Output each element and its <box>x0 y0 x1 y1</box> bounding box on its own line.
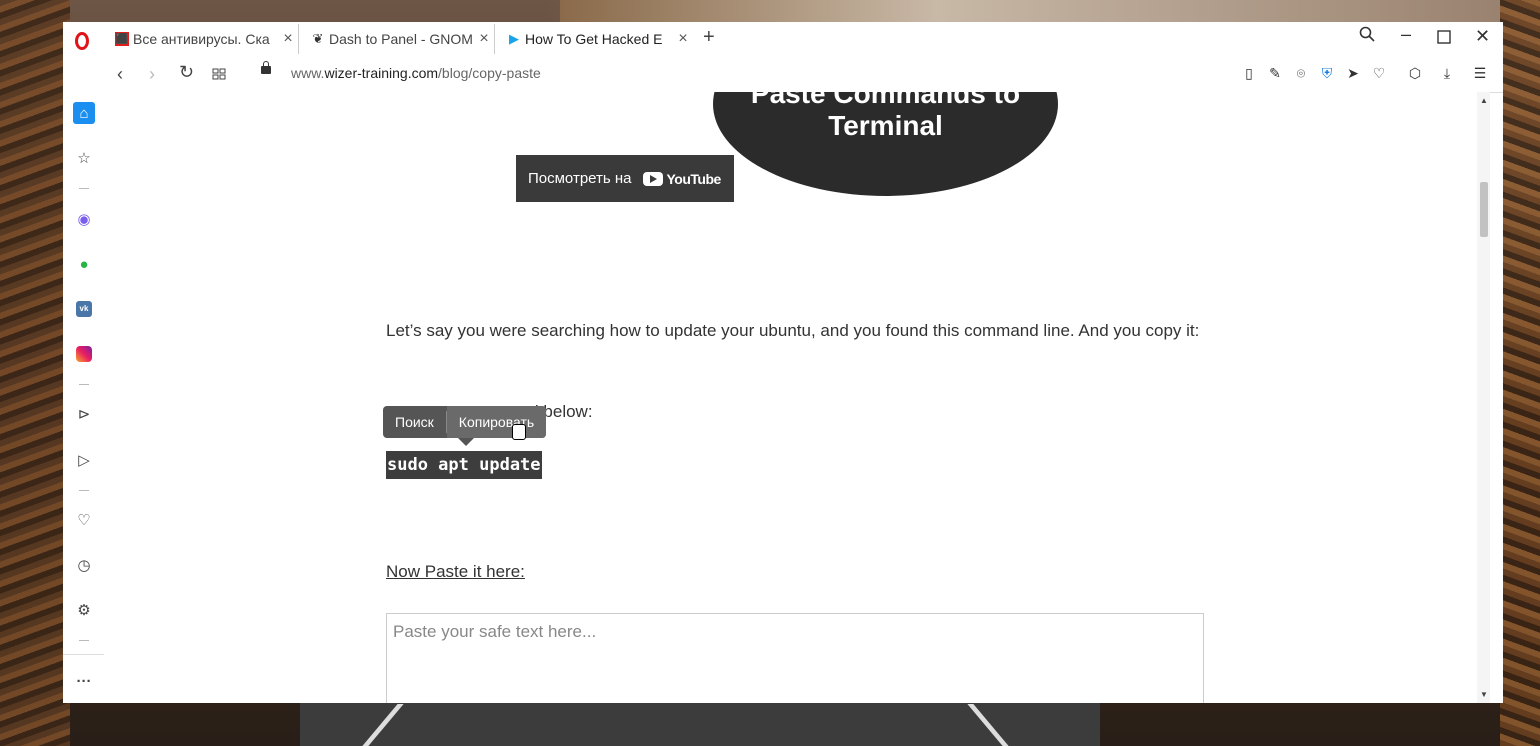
watch-on-label: Посмотреть на <box>528 170 632 187</box>
close-tab-icon[interactable]: × <box>474 30 494 48</box>
background-road <box>300 702 1100 746</box>
scrollbar-thumb[interactable] <box>1480 182 1488 237</box>
tab-overview-icon[interactable] <box>212 65 226 86</box>
messenger-icon[interactable]: ◉ <box>73 208 95 230</box>
back-icon[interactable]: ‹ <box>117 64 123 85</box>
history-icon[interactable]: ◷ <box>73 554 95 576</box>
send-icon[interactable]: ➤ <box>1344 65 1362 82</box>
paste-textarea[interactable]: Paste your safe text here... <box>386 613 1204 703</box>
close-tab-icon[interactable]: × <box>278 30 298 48</box>
instagram-icon[interactable] <box>73 343 95 365</box>
sidebar: ⌂ ☆ ◉ ● vk ⊳ ▷ ♡ ◷ ⚙ ··· <box>63 92 105 703</box>
wizer-icon: ▶ <box>509 31 519 46</box>
close-window-icon[interactable]: ✕ <box>1475 26 1490 47</box>
maximize-icon[interactable] <box>1437 28 1451 49</box>
tab-antivirus[interactable]: ⬛ Все антивирусы. Ска × <box>107 24 299 54</box>
bookmarks-icon[interactable]: ☆ <box>73 147 95 169</box>
new-tab-button[interactable]: + <box>703 26 715 49</box>
gnome-foot-icon: ❦ <box>312 31 324 46</box>
forward-icon[interactable]: › <box>149 64 155 85</box>
page-content: Paste Commands to Terminal Посмотреть на… <box>104 92 1490 703</box>
sidebar-bottom-divider <box>63 654 104 655</box>
tab-title: Все антивирусы. Ска <box>133 31 270 47</box>
bubble-title-line1: Paste Commands to <box>750 92 1021 109</box>
paste-here-label: Now Paste it here: <box>386 562 525 581</box>
background-trees-right <box>1500 0 1540 746</box>
crypto-wallet-icon[interactable]: ⬡ <box>1406 65 1424 82</box>
browser-window: ⬛ Все антивирусы. Ска × ❦ Dash to Panel … <box>63 22 1503 703</box>
sidebar-divider <box>79 640 89 641</box>
heart-icon[interactable]: ♡ <box>73 509 95 531</box>
address-bar: ‹ › ↻ www.wizer-training.com/blog/copy-p… <box>63 56 1503 93</box>
search-selection-button[interactable]: Поиск <box>383 406 446 438</box>
heart-icon[interactable]: ♡ <box>1370 65 1388 82</box>
command-code-block[interactable]: sudo apt update <box>386 451 542 479</box>
copy-selection-button[interactable]: Копировать <box>446 406 547 438</box>
background-trees-left <box>0 0 70 746</box>
settings-icon[interactable]: ⚙ <box>73 599 95 621</box>
home-icon[interactable]: ⌂ <box>73 102 95 124</box>
reader-mode-icon[interactable]: ▯ <box>1240 65 1258 82</box>
tab-title: Dash to Panel - GNOM <box>329 31 473 47</box>
download-icon[interactable]: ⤓ <box>1438 65 1456 82</box>
edit-icon[interactable]: ✎ <box>1266 65 1284 82</box>
page-scrollbar[interactable]: ▲ ▼ <box>1477 92 1490 703</box>
hand-cursor-icon <box>512 424 526 440</box>
tab-title: How To Get Hacked E <box>525 31 663 47</box>
antivirus-icon: ⬛ <box>115 32 129 46</box>
player-icon[interactable]: ⊳ <box>73 403 95 425</box>
tab-how-to-get-hacked[interactable]: ▶ How To Get Hacked E × <box>499 24 693 54</box>
url-field[interactable]: www.wizer-training.com/blog/copy-paste <box>291 65 541 81</box>
vk-icon[interactable]: vk <box>73 298 95 320</box>
lock-icon[interactable] <box>261 61 271 74</box>
scroll-down-icon[interactable]: ▼ <box>1480 690 1488 699</box>
youtube-logo-icon: YouTube <box>643 171 721 187</box>
camera-icon[interactable]: ⌾ <box>1292 65 1310 82</box>
search-tabs-icon[interactable] <box>1359 26 1375 47</box>
whatsapp-icon[interactable]: ● <box>73 253 95 275</box>
opera-menu-icon[interactable] <box>75 32 89 50</box>
background-sky <box>560 0 1500 22</box>
easy-setup-icon[interactable]: ☰ <box>1471 65 1489 82</box>
send-icon[interactable]: ▷ <box>73 449 95 471</box>
watch-on-youtube-button[interactable]: Посмотреть на YouTube <box>516 155 734 202</box>
tab-dash-to-panel[interactable]: ❦ Dash to Panel - GNOM × <box>303 24 495 54</box>
close-tab-icon[interactable]: × <box>673 30 693 48</box>
sidebar-divider <box>79 384 89 385</box>
intro-paragraph: Let’s say you were searching how to upda… <box>386 321 1200 340</box>
bubble-title-line2: Terminal <box>828 110 943 141</box>
reload-icon[interactable]: ↻ <box>179 62 194 83</box>
sidebar-divider <box>79 188 89 189</box>
minimize-icon[interactable]: – <box>1401 24 1411 45</box>
tab-bar: ⬛ Все антивирусы. Ска × ❦ Dash to Panel … <box>63 22 1503 56</box>
more-icon[interactable]: ··· <box>73 670 95 692</box>
scroll-up-icon[interactable]: ▲ <box>1480 96 1488 105</box>
sidebar-divider <box>79 490 89 491</box>
popup-arrow <box>458 438 474 446</box>
shield-icon[interactable]: ⛨ <box>1318 65 1336 82</box>
